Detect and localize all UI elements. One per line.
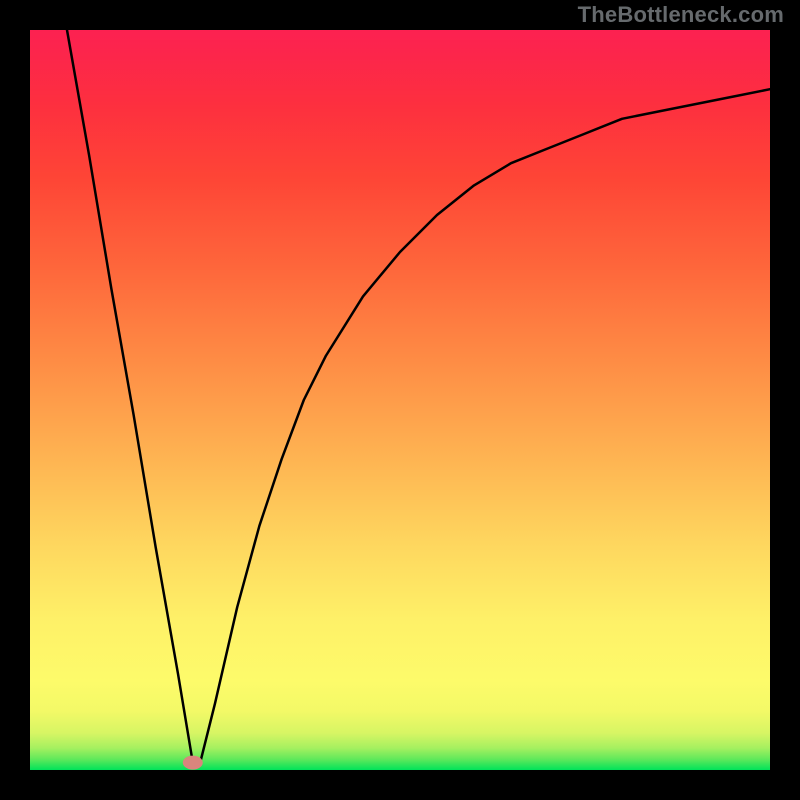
- minimum-marker: [183, 756, 203, 770]
- chart-container: TheBottleneck.com: [0, 0, 800, 800]
- plot-background: [30, 30, 770, 770]
- watermark-text: TheBottleneck.com: [578, 2, 784, 28]
- bottleneck-curve-chart: [0, 0, 800, 800]
